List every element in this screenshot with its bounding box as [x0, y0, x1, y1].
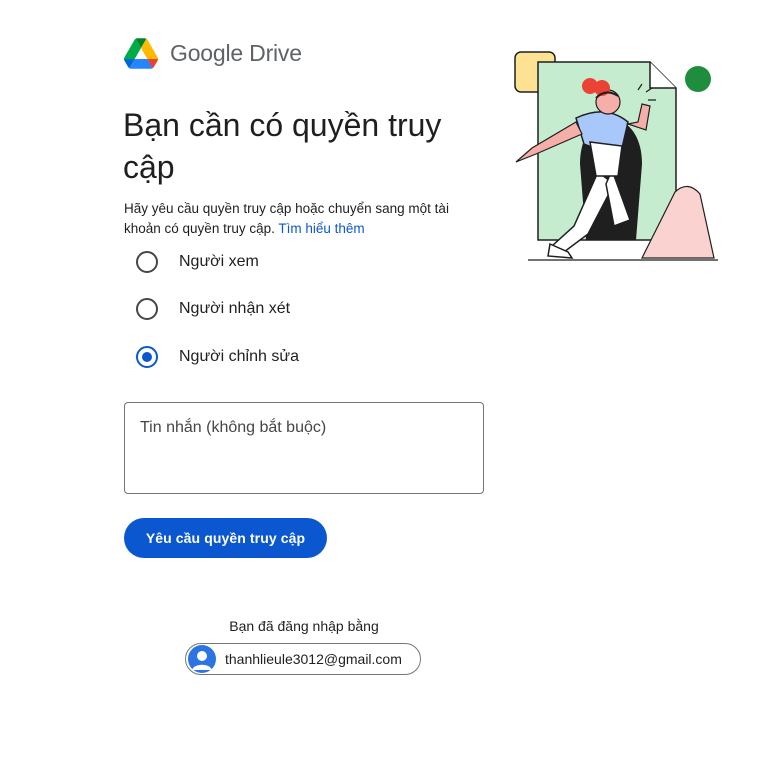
- google-drive-logo: Google Drive: [124, 38, 302, 69]
- radio-dot: [142, 352, 152, 362]
- role-label: Người chỉnh sửa: [179, 348, 299, 365]
- message-input[interactable]: [124, 402, 484, 494]
- role-option-commenter[interactable]: Người nhận xét: [136, 298, 290, 320]
- role-option-editor[interactable]: Người chỉnh sửa: [136, 346, 299, 368]
- page-title: Bạn cần có quyền truy cập: [123, 107, 442, 185]
- learn-more-link[interactable]: Tìm hiểu thêm: [278, 221, 364, 236]
- request-access-button[interactable]: Yêu cầu quyền truy cập: [124, 518, 327, 558]
- request-access-page: Google Drive Bạn cần có quyền truy cập H…: [0, 0, 760, 780]
- signed-in-label: Bạn đã đăng nhập bằng: [229, 618, 379, 634]
- radio-button[interactable]: [136, 298, 158, 320]
- role-label: Người nhận xét: [179, 300, 291, 317]
- account-chip[interactable]: thanhlieule3012@gmail.com: [185, 643, 421, 675]
- role-label: Người xem: [179, 253, 259, 270]
- radio-button-selected[interactable]: [136, 346, 158, 368]
- google-drive-icon: [124, 38, 158, 69]
- page-description: Hãy yêu cầu quyền truy cập hoặc chuyển s…: [124, 199, 484, 239]
- person-icon: [188, 645, 216, 673]
- account-email: thanhlieule3012@gmail.com: [225, 651, 402, 667]
- role-option-viewer[interactable]: Người xem: [136, 251, 259, 273]
- person-entering-document-illustration: [514, 51, 718, 261]
- product-name: Google Drive: [170, 40, 302, 66]
- radio-button[interactable]: [136, 251, 158, 273]
